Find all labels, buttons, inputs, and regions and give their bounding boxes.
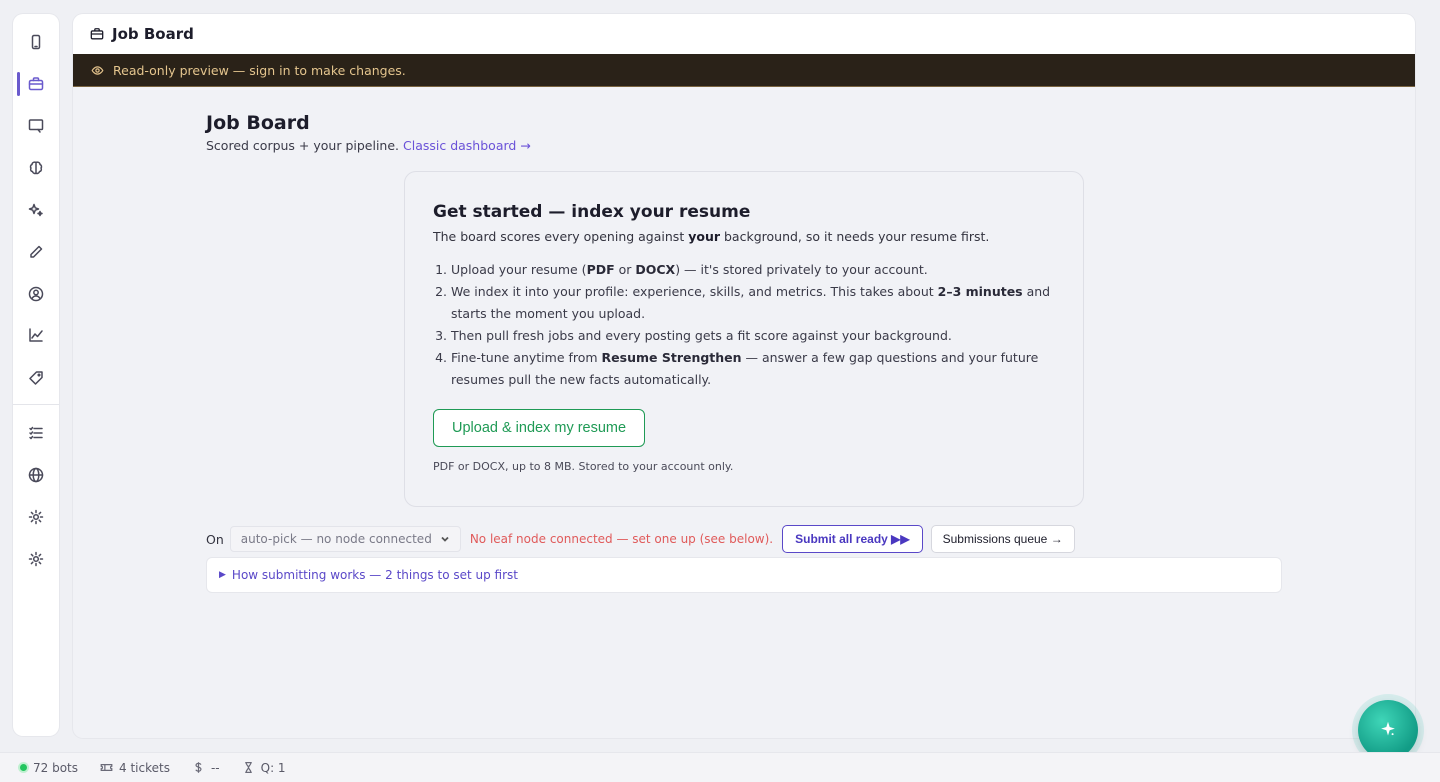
on-label: On (206, 531, 224, 547)
sidebar-item-brain[interactable] (13, 153, 59, 183)
node-select[interactable]: auto-pick — no node connected (229, 526, 461, 552)
banner-text: Read-only preview — sign in to make chan… (113, 62, 406, 78)
dollar-icon (195, 762, 202, 773)
phone-icon (31, 34, 41, 50)
sidebar-item-list[interactable] (13, 418, 59, 448)
main-panel: Job Board Read-only preview — sign in to… (73, 14, 1415, 738)
tickets-status[interactable]: 4 tickets (100, 761, 170, 775)
sidebar-item-phone[interactable] (13, 27, 59, 57)
subtitle-text: Scored corpus + your pipeline. (206, 138, 400, 153)
card-description: The board scores every opening against y… (433, 229, 1055, 244)
sidebar (13, 14, 59, 736)
briefcase-icon (28, 77, 44, 91)
upload-resume-button[interactable]: Upload & index my resume (433, 409, 646, 447)
submission-controls: On auto-pick — no node connected No leaf… (206, 525, 1075, 553)
sidebar-item-job-board[interactable] (13, 69, 59, 99)
card-title: Get started — index your resume (433, 202, 751, 222)
step-item: We index it into your profile: experienc… (451, 281, 1055, 325)
node-select-value: auto-pick — no node connected (240, 532, 432, 546)
page-title: Job Board (206, 112, 310, 134)
online-dot-icon (20, 764, 27, 771)
submissions-queue-button[interactable]: Submissions queue → (930, 525, 1075, 553)
pencil-icon (30, 245, 43, 258)
sidebar-item-pencil[interactable] (13, 237, 59, 267)
cost-status[interactable]: -- (192, 761, 220, 775)
upload-hint: PDF or DOCX, up to 8 MB. Stored to your … (433, 460, 734, 473)
gear-icon (28, 509, 44, 525)
steps-list: Upload your resume (PDF or DOCX) — it's … (433, 259, 1055, 391)
desc-text: The board scores every opening against (433, 229, 689, 244)
sidebar-item-admin-settings[interactable] (13, 544, 59, 574)
user-circle-icon (28, 286, 44, 302)
assistant-button[interactable] (1358, 700, 1418, 760)
brain-icon (29, 161, 43, 175)
gear-icon (28, 551, 44, 567)
sidebar-item-globe[interactable] (13, 460, 59, 490)
header-title: Job Board (112, 25, 194, 43)
bots-count: 72 bots (33, 760, 78, 775)
bots-status[interactable]: 72 bots (20, 761, 78, 775)
how-submitting-works-toggle[interactable]: ▶ How submitting works — 2 things to set… (206, 557, 1282, 593)
eye-icon (91, 65, 104, 75)
sidebar-item-tags[interactable] (13, 363, 59, 393)
classic-dashboard-link[interactable]: Classic dashboard → (403, 138, 531, 153)
monitor-icon (28, 119, 44, 133)
list-icon (29, 426, 43, 440)
submit-all-button[interactable]: Submit all ready ▶▶ (782, 525, 923, 553)
step-item: Upload your resume (PDF or DOCX) — it's … (451, 259, 1055, 281)
read-only-banner: Read-only preview — sign in to make chan… (73, 54, 1415, 87)
desc-emphasis: your (688, 229, 721, 244)
get-started-card: Get started — index your resume The boar… (404, 171, 1084, 507)
queue-value: Q: 1 (260, 760, 286, 775)
desc-text-end: background, so it needs your resume firs… (720, 229, 990, 244)
tag-icon (29, 371, 43, 385)
sidebar-item-sparkles[interactable] (13, 195, 59, 225)
sidebar-item-monitor[interactable] (13, 111, 59, 141)
ticket-icon (100, 764, 113, 771)
step-item: Fine-tune anytime from Resume Strengthen… (451, 347, 1055, 391)
sidebar-item-analytics[interactable] (13, 320, 59, 350)
page-subtitle: Scored corpus + your pipeline. Classic d… (206, 138, 531, 153)
step-item: Then pull fresh jobs and every posting g… (451, 325, 1055, 347)
tickets-count: 4 tickets (119, 760, 170, 775)
sparkle-icon (1381, 721, 1395, 736)
details-label: How submitting works — 2 things to set u… (231, 568, 518, 582)
sparkles-icon (28, 203, 43, 217)
chevron-down-icon (441, 536, 449, 542)
triangle-right-icon: ▶ (219, 570, 226, 580)
globe-icon (28, 467, 44, 483)
hourglass-icon (244, 762, 252, 773)
sidebar-item-settings[interactable] (13, 502, 59, 532)
cost-value: -- (210, 760, 220, 775)
briefcase-icon (90, 28, 104, 40)
node-warning: No leaf node connected — set one up (see… (469, 532, 774, 546)
top-bar: Job Board (73, 14, 1415, 54)
sidebar-divider (13, 404, 59, 405)
chart-line-icon (29, 328, 43, 342)
sidebar-item-profile[interactable] (13, 279, 59, 309)
status-bar: 72 bots 4 tickets -- Q: 1 (0, 752, 1440, 782)
queue-status[interactable]: Q: 1 (242, 761, 286, 775)
